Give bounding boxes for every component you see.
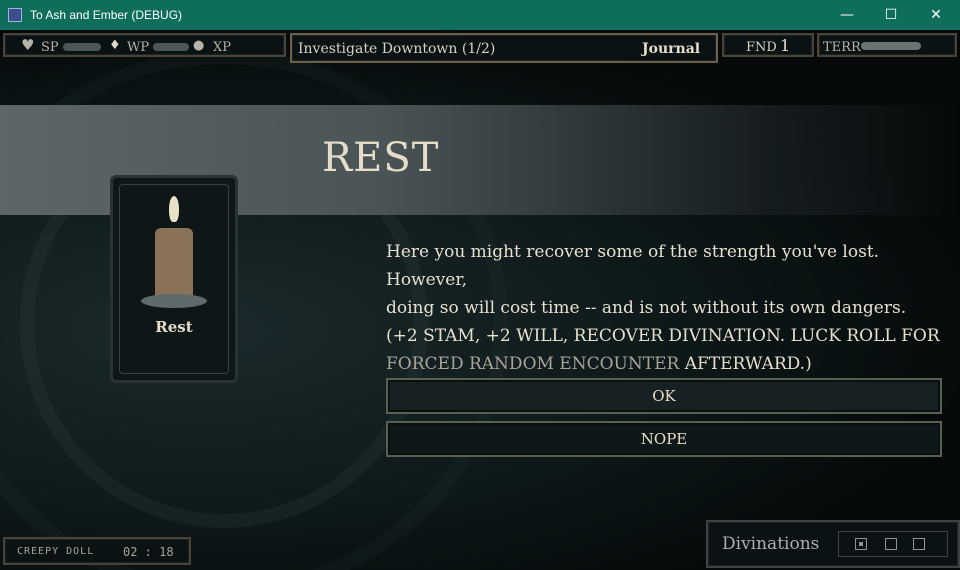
window-titlebar: To Ash and Ember (DEBUG) — ☐ ✕ [0, 0, 960, 30]
card-label: Rest [155, 318, 193, 336]
divination-slot-icon[interactable] [855, 538, 867, 550]
description-line: (+2 STAM, +2 WILL, RECOVER DIVINATION. L… [386, 326, 940, 346]
event-card: Rest [110, 175, 238, 383]
event-title: REST [322, 135, 440, 181]
candle-base [141, 294, 207, 308]
nope-button[interactable]: NOPE [386, 421, 942, 457]
status-panel: CREEPY DOLL 02 : 18 [3, 537, 191, 565]
divination-slot-icon[interactable] [913, 538, 925, 550]
doll-label: CREEPY DOLL [17, 546, 95, 557]
time-readout: 02 : 18 [123, 545, 174, 559]
fnd-panel: FND 1 [722, 33, 814, 57]
sp-bar [63, 43, 101, 51]
divination-slot-icon[interactable] [885, 538, 897, 550]
wp-label: WP [127, 40, 150, 55]
journal-button[interactable]: Journal [642, 41, 700, 57]
fnd-value: 1 [780, 36, 791, 55]
xp-icon: ● [193, 38, 205, 53]
ok-button[interactable]: OK [386, 378, 942, 414]
stats-panel: ♥ SP ♦ WP ● XP [3, 33, 286, 57]
quest-panel: Investigate Downtown (1/2) Journal [290, 33, 718, 63]
encounter-keyword: FORCED RANDOM ENCOUNTER [386, 354, 680, 374]
minimize-button[interactable]: — [824, 0, 870, 30]
xp-label: XP [213, 40, 232, 55]
app-icon [8, 8, 22, 22]
description-line: FORCED RANDOM ENCOUNTER AFTERWARD.) [386, 350, 946, 378]
wp-bar [153, 43, 189, 51]
event-description: Here you might recover some of the stren… [386, 238, 946, 378]
terr-panel: TERR [817, 33, 957, 57]
description-line: Here you might recover some of the stren… [386, 242, 880, 290]
sp-label: SP [41, 40, 59, 55]
window-title: To Ash and Ember (DEBUG) [30, 8, 183, 22]
divinations-label: Divinations [722, 534, 820, 554]
game-area: ♥ SP ♦ WP ● XP Investigate Downtown (1/2… [0, 30, 960, 570]
divinations-panel: Divinations [706, 520, 960, 568]
quest-text: Investigate Downtown (1/2) [298, 41, 496, 57]
flame-icon [169, 196, 179, 222]
close-button[interactable]: ✕ [913, 0, 959, 30]
candle-icon [155, 228, 193, 298]
terr-label: TERR [823, 40, 861, 55]
maximize-button[interactable]: ☐ [868, 0, 914, 30]
description-line: doing so will cost time -- and is not wi… [386, 298, 907, 318]
divination-slots [838, 531, 948, 557]
heart-icon: ♥ [21, 36, 35, 54]
terr-bar [861, 42, 921, 50]
description-suffix: AFTERWARD.) [679, 354, 812, 374]
fnd-label: FND [746, 40, 777, 55]
flame-icon: ♦ [109, 38, 121, 53]
